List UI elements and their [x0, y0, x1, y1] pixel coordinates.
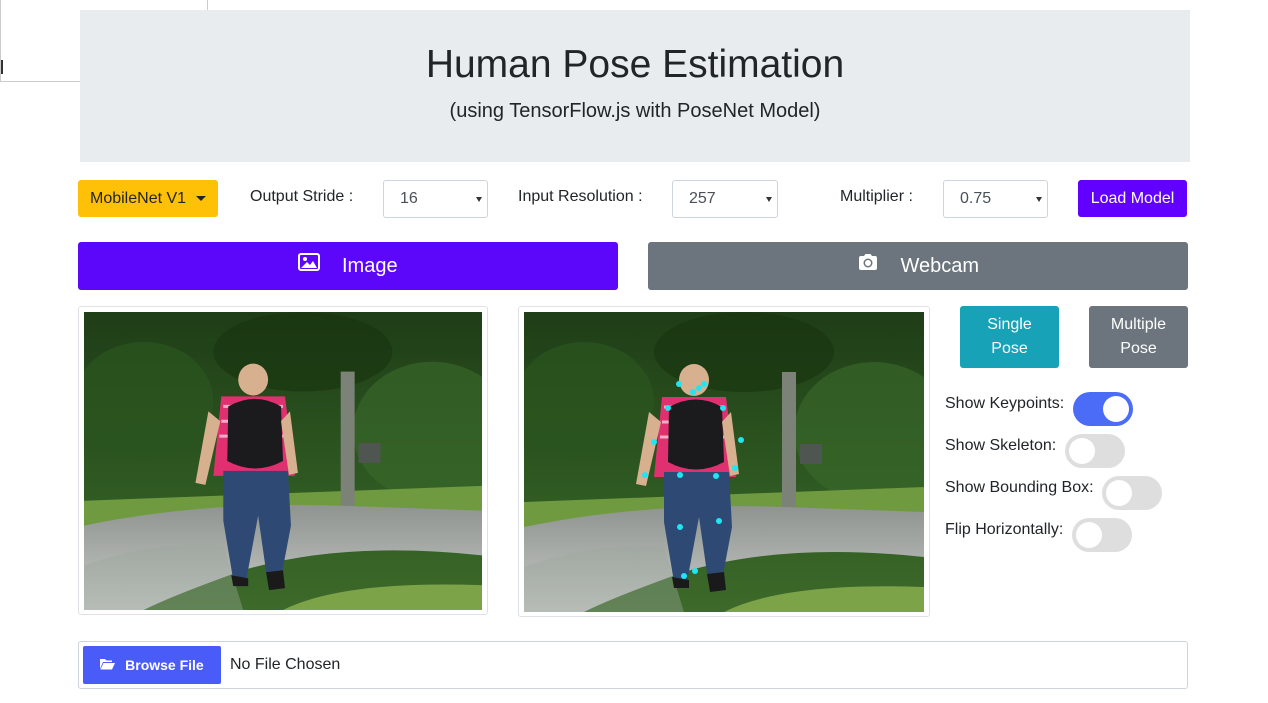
toggle-knob [1069, 438, 1095, 464]
keypoint [665, 405, 671, 411]
select-arrow-icon [1036, 197, 1042, 202]
folder-open-icon [100, 646, 116, 684]
multiple-pose-button[interactable]: Multiple Pose [1089, 306, 1188, 368]
model-architecture-dropdown[interactable]: MobileNet V1 [78, 180, 218, 217]
load-model-button[interactable]: Load Model [1078, 180, 1187, 217]
input-image-frame [78, 306, 488, 615]
multiple-pose-label-line2: Pose [1120, 340, 1157, 357]
keypoint [642, 472, 648, 478]
keypoint [651, 439, 657, 445]
single-pose-label-line2: Pose [991, 340, 1028, 357]
show-keypoints-toggle[interactable] [1073, 392, 1133, 426]
multiplier-select[interactable]: 0.75 [943, 180, 1048, 218]
show-bounding-box-toggle[interactable] [1102, 476, 1162, 510]
flip-horizontally-toggle[interactable] [1072, 518, 1132, 552]
keypoint [701, 381, 707, 387]
input-resolution-label: Input Resolution : [518, 188, 643, 205]
input-resolution-value: 257 [689, 190, 716, 207]
output-stride-value: 16 [400, 190, 418, 207]
keypoint [720, 405, 726, 411]
output-stride-label: Output Stride : [250, 188, 354, 205]
multiplier-label: Multiplier : [840, 188, 913, 205]
multiple-pose-label-line1: Multiple [1110, 316, 1167, 333]
webcam-source-label: Webcam [900, 255, 980, 277]
file-input-bar: Browse File No File Chosen [78, 641, 1188, 689]
show-bounding-box-label: Show Bounding Box: [945, 479, 1094, 496]
output-stride-select[interactable]: 16 [383, 180, 488, 218]
keypoint [681, 573, 687, 579]
keypoint [677, 472, 683, 478]
camera-icon [857, 241, 879, 289]
webcam-source-button[interactable]: Webcam [648, 242, 1188, 290]
keypoint [690, 389, 696, 395]
keypoint [696, 385, 702, 391]
pose-output-canvas [524, 312, 924, 612]
single-pose-button[interactable]: Single Pose [960, 306, 1059, 368]
toggle-knob [1076, 522, 1102, 548]
page-title: Human Pose Estimation [425, 43, 845, 86]
keypoint [692, 568, 698, 574]
page-subtitle: (using TensorFlow.js with PoseNet Model) [449, 100, 821, 122]
multiplier-value: 0.75 [960, 190, 992, 207]
browse-file-button[interactable]: Browse File [83, 646, 221, 684]
image-icon [298, 241, 321, 289]
keypoint [738, 437, 744, 443]
toggle-knob [1106, 480, 1132, 506]
header-banner: Human Pose Estimation (using TensorFlow.… [80, 10, 1190, 162]
show-skeleton-toggle[interactable] [1065, 434, 1125, 468]
toggle-knob [1103, 396, 1129, 422]
keypoint [677, 524, 683, 530]
single-pose-label-line1: Single [987, 316, 1032, 333]
browse-file-label: Browse File [125, 657, 204, 673]
keypoint [716, 518, 722, 524]
flip-horizontally-label: Flip Horizontally: [945, 521, 1064, 538]
keypoint [732, 465, 738, 471]
keypoint [676, 381, 682, 387]
output-pose-frame [518, 306, 930, 617]
show-keypoints-label: Show Keypoints: [945, 395, 1065, 412]
select-arrow-icon [476, 197, 482, 202]
image-source-label: Image [341, 255, 398, 277]
file-status-text: No File Chosen [230, 656, 341, 673]
caret-down-icon [196, 196, 206, 201]
model-dropdown-label: MobileNet V1 [90, 190, 187, 207]
image-source-button[interactable]: Image [78, 242, 618, 290]
keypoint [713, 473, 719, 479]
model-toolbar: MobileNet V1 Output Stride : 16 Input Re… [0, 180, 1268, 218]
input-resolution-select[interactable]: 257 [672, 180, 778, 218]
input-image [84, 312, 482, 610]
show-skeleton-label: Show Skeleton: [945, 437, 1057, 454]
select-arrow-icon [766, 197, 772, 202]
